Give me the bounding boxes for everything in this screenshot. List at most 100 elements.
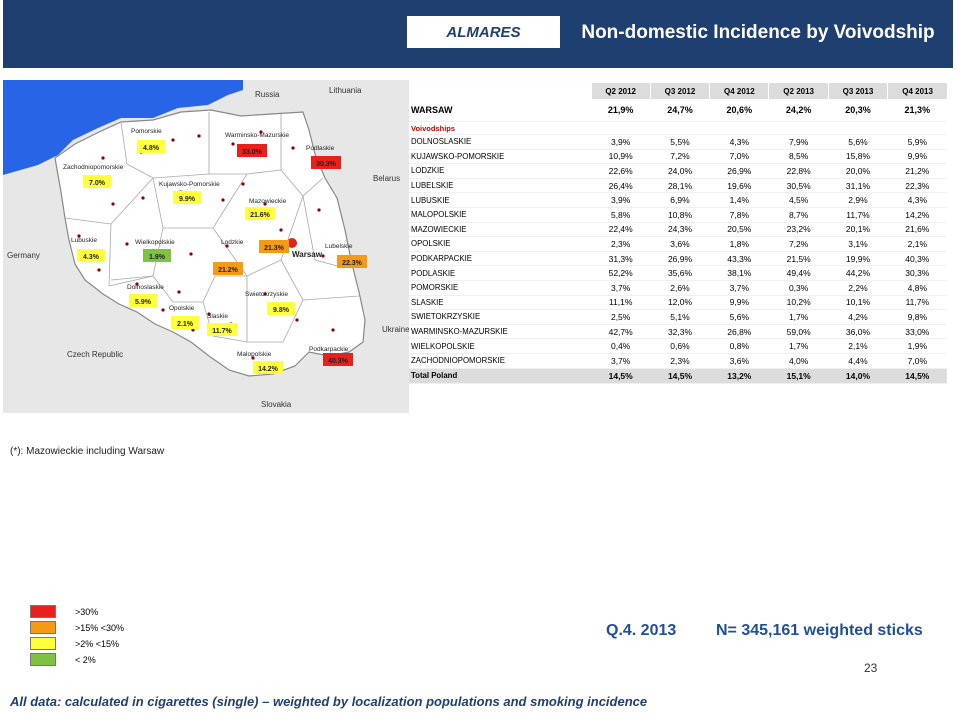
table-row: LODZKIE 22,6% 24,0% 26,9% 22,8% 20,0% 21,2% xyxy=(409,163,947,179)
cell: 30,5% xyxy=(768,178,829,194)
table-row: DOLNOSLASKIE 3,9% 5,5% 4,3% 7,9% 5,6% 5,9% xyxy=(409,134,947,150)
region-label-zachodniopomorskie: Zachodniopomorskie xyxy=(63,164,124,171)
cell: 42,7% xyxy=(591,324,651,340)
cell: 59,0% xyxy=(768,324,829,340)
warsaw-label: Warsaw xyxy=(292,250,323,259)
brand-label: ALMARES xyxy=(407,16,560,48)
cell: 5,9% xyxy=(887,134,947,150)
region-label-dolnoslaskie: Dolnoslaskie xyxy=(127,284,164,291)
sample-size-label: N= 345,161 weighted sticks xyxy=(716,622,923,639)
cell: 5,1% xyxy=(650,309,710,325)
value-malopolskie: 14.2% xyxy=(258,366,279,373)
cell: 43,3% xyxy=(709,251,769,267)
table-row: SLASKIE 11,1% 12,0% 9,9% 10,2% 10,1% 11,7% xyxy=(409,295,947,311)
cell: 49,4% xyxy=(768,265,829,281)
cell: 26,4% xyxy=(591,178,651,194)
cell: 2,2% xyxy=(828,280,888,296)
table-row: PODKARPACKIE 31,3% 26,9% 43,3% 21,5% 19,9% 40,… xyxy=(409,251,947,267)
cell: 3,7% xyxy=(709,280,769,296)
row-name: ZACHODNIOPOMORSKIE xyxy=(409,353,591,369)
row-name: LUBELSKIE xyxy=(409,178,591,194)
cell: 7,9% xyxy=(768,134,829,150)
legend-swatch-orange xyxy=(30,621,56,634)
table-row: KUJAWSKO-POMORSKIE 10,9% 7,2% 7,0% 8,5% 15,8%… xyxy=(409,149,947,165)
cell: 40,3% xyxy=(887,251,947,267)
quarter-label: Q.4. 2013 xyxy=(606,622,677,639)
country-belarus: Belarus xyxy=(373,174,400,183)
region-label-podkarpackie: Podkarpackie xyxy=(309,346,349,353)
cell: 24,0% xyxy=(650,163,710,179)
country-lithuania: Lithuania xyxy=(329,86,362,95)
col-header: Q2 2012 xyxy=(590,83,651,99)
page-number: 23 xyxy=(864,661,878,675)
warsaw-row: WARSAW 21,9% 24,7% 20,6% 24,2% 20,3% 21,… xyxy=(409,99,947,122)
value-dolnoslaskie: 5.9% xyxy=(135,299,152,306)
cell: 31,1% xyxy=(828,178,888,194)
value-podkarpackie: 40.3% xyxy=(328,358,349,365)
cell: 22,4% xyxy=(591,222,651,238)
value-mazowieckie: 21.6% xyxy=(250,212,271,219)
col-header: Q4 2012 xyxy=(709,83,769,99)
table-row: POMORSKIE 3,7% 2,6% 3,7% 0,3% 2,2% 4,8% xyxy=(409,280,947,296)
page-title: Non-domestic Incidence by Voivodship xyxy=(581,22,935,43)
value-lubuskie: 4.3% xyxy=(83,254,100,261)
table-row: MAZOWIECKIE 22,4% 24,3% 20,5% 23,2% 20,1% 21,6… xyxy=(409,222,947,238)
legend-label: >15% <30% xyxy=(75,623,125,633)
legend-swatch-yellow xyxy=(30,637,56,650)
region-label-malopolskie: Malopolskie xyxy=(237,351,272,358)
cell: 12,0% xyxy=(650,295,710,311)
cell: 10,2% xyxy=(768,295,829,311)
row-name: LUBUSKIE xyxy=(409,192,591,208)
cell: 5,5% xyxy=(650,134,710,150)
incidence-table: Q2 2012 Q3 2012 Q4 2012 Q2 2013 Q3 2013 … xyxy=(409,83,947,384)
col-header: Q2 2013 xyxy=(768,83,829,99)
cell: 28,1% xyxy=(650,178,710,194)
cell: 0,6% xyxy=(650,338,710,354)
cell: 21,6% xyxy=(887,222,947,238)
value-pomorskie: 4.8% xyxy=(143,145,160,152)
cell: 5,8% xyxy=(591,207,651,223)
cell: 2,3% xyxy=(650,353,710,369)
cell: 11,1% xyxy=(591,295,651,311)
legend-label: >2% <15% xyxy=(75,639,120,649)
footnote: (*): Mazowieckie including Warsaw xyxy=(10,446,165,457)
row-name: KUJAWSKO-POMORSKIE xyxy=(409,149,591,165)
cell: 22,6% xyxy=(591,163,651,179)
cell: 2,5% xyxy=(591,309,651,325)
cell: 21,5% xyxy=(768,251,829,267)
value-opolskie: 2.1% xyxy=(177,321,194,328)
cell: 9,9% xyxy=(887,149,947,165)
cell: 36,0% xyxy=(828,324,888,340)
cell: 22,8% xyxy=(768,163,829,179)
total-row: Total Poland 14,5% 14,5% 13,2% 15,1% 14,… xyxy=(409,368,947,384)
region-label-slaskie: Slaskie xyxy=(207,313,228,320)
cell: 3,1% xyxy=(828,236,888,252)
poland-map: Russia Lithuania Belarus Germany Ukraine… xyxy=(3,80,409,413)
region-label-kujawsko: Kujawsko-Pomorskie xyxy=(159,181,220,188)
total-cell: 14,0% xyxy=(828,368,888,384)
cell: 14,2% xyxy=(887,207,947,223)
cell: 7,8% xyxy=(709,207,769,223)
region-label-opolskie: Opolskie xyxy=(169,305,195,312)
cell: 6,9% xyxy=(650,192,710,208)
cell: 2,6% xyxy=(650,280,710,296)
cell: 0,3% xyxy=(768,280,829,296)
row-name: DOLNOSLASKIE xyxy=(409,134,591,150)
footer-note: All data: calculated in cigarettes (sing… xyxy=(10,694,648,709)
header-bar: ALMARES Non-domestic Incidence by Voivod… xyxy=(3,0,953,68)
total-cell: 14,5% xyxy=(591,368,651,384)
region-label-swietokrzyskie: Swietokrzyskie xyxy=(245,291,288,298)
row-name: WIELKOPOLSKIE xyxy=(409,338,591,354)
region-label-warminsko: Warminsko-Mazurskie xyxy=(225,132,289,139)
cell: 24,2% xyxy=(768,99,829,122)
cell: 11,7% xyxy=(828,207,888,223)
cell: 24,7% xyxy=(650,99,710,122)
table-row: LUBUSKIE 3,9% 6,9% 1,4% 4,5% 2,9% 4,3% xyxy=(409,192,947,208)
cell: 1,8% xyxy=(709,236,769,252)
cell: 3,9% xyxy=(591,134,651,150)
table-row: OPOLSKIE 2,3% 3,6% 1,8% 7,2% 3,1% 2,1% xyxy=(409,236,947,252)
region-label-mazowieckie: Mazowieckie xyxy=(249,198,287,205)
cell: 3,9% xyxy=(591,192,651,208)
legend-swatch-red xyxy=(30,605,56,618)
cell: 44,2% xyxy=(828,265,888,281)
